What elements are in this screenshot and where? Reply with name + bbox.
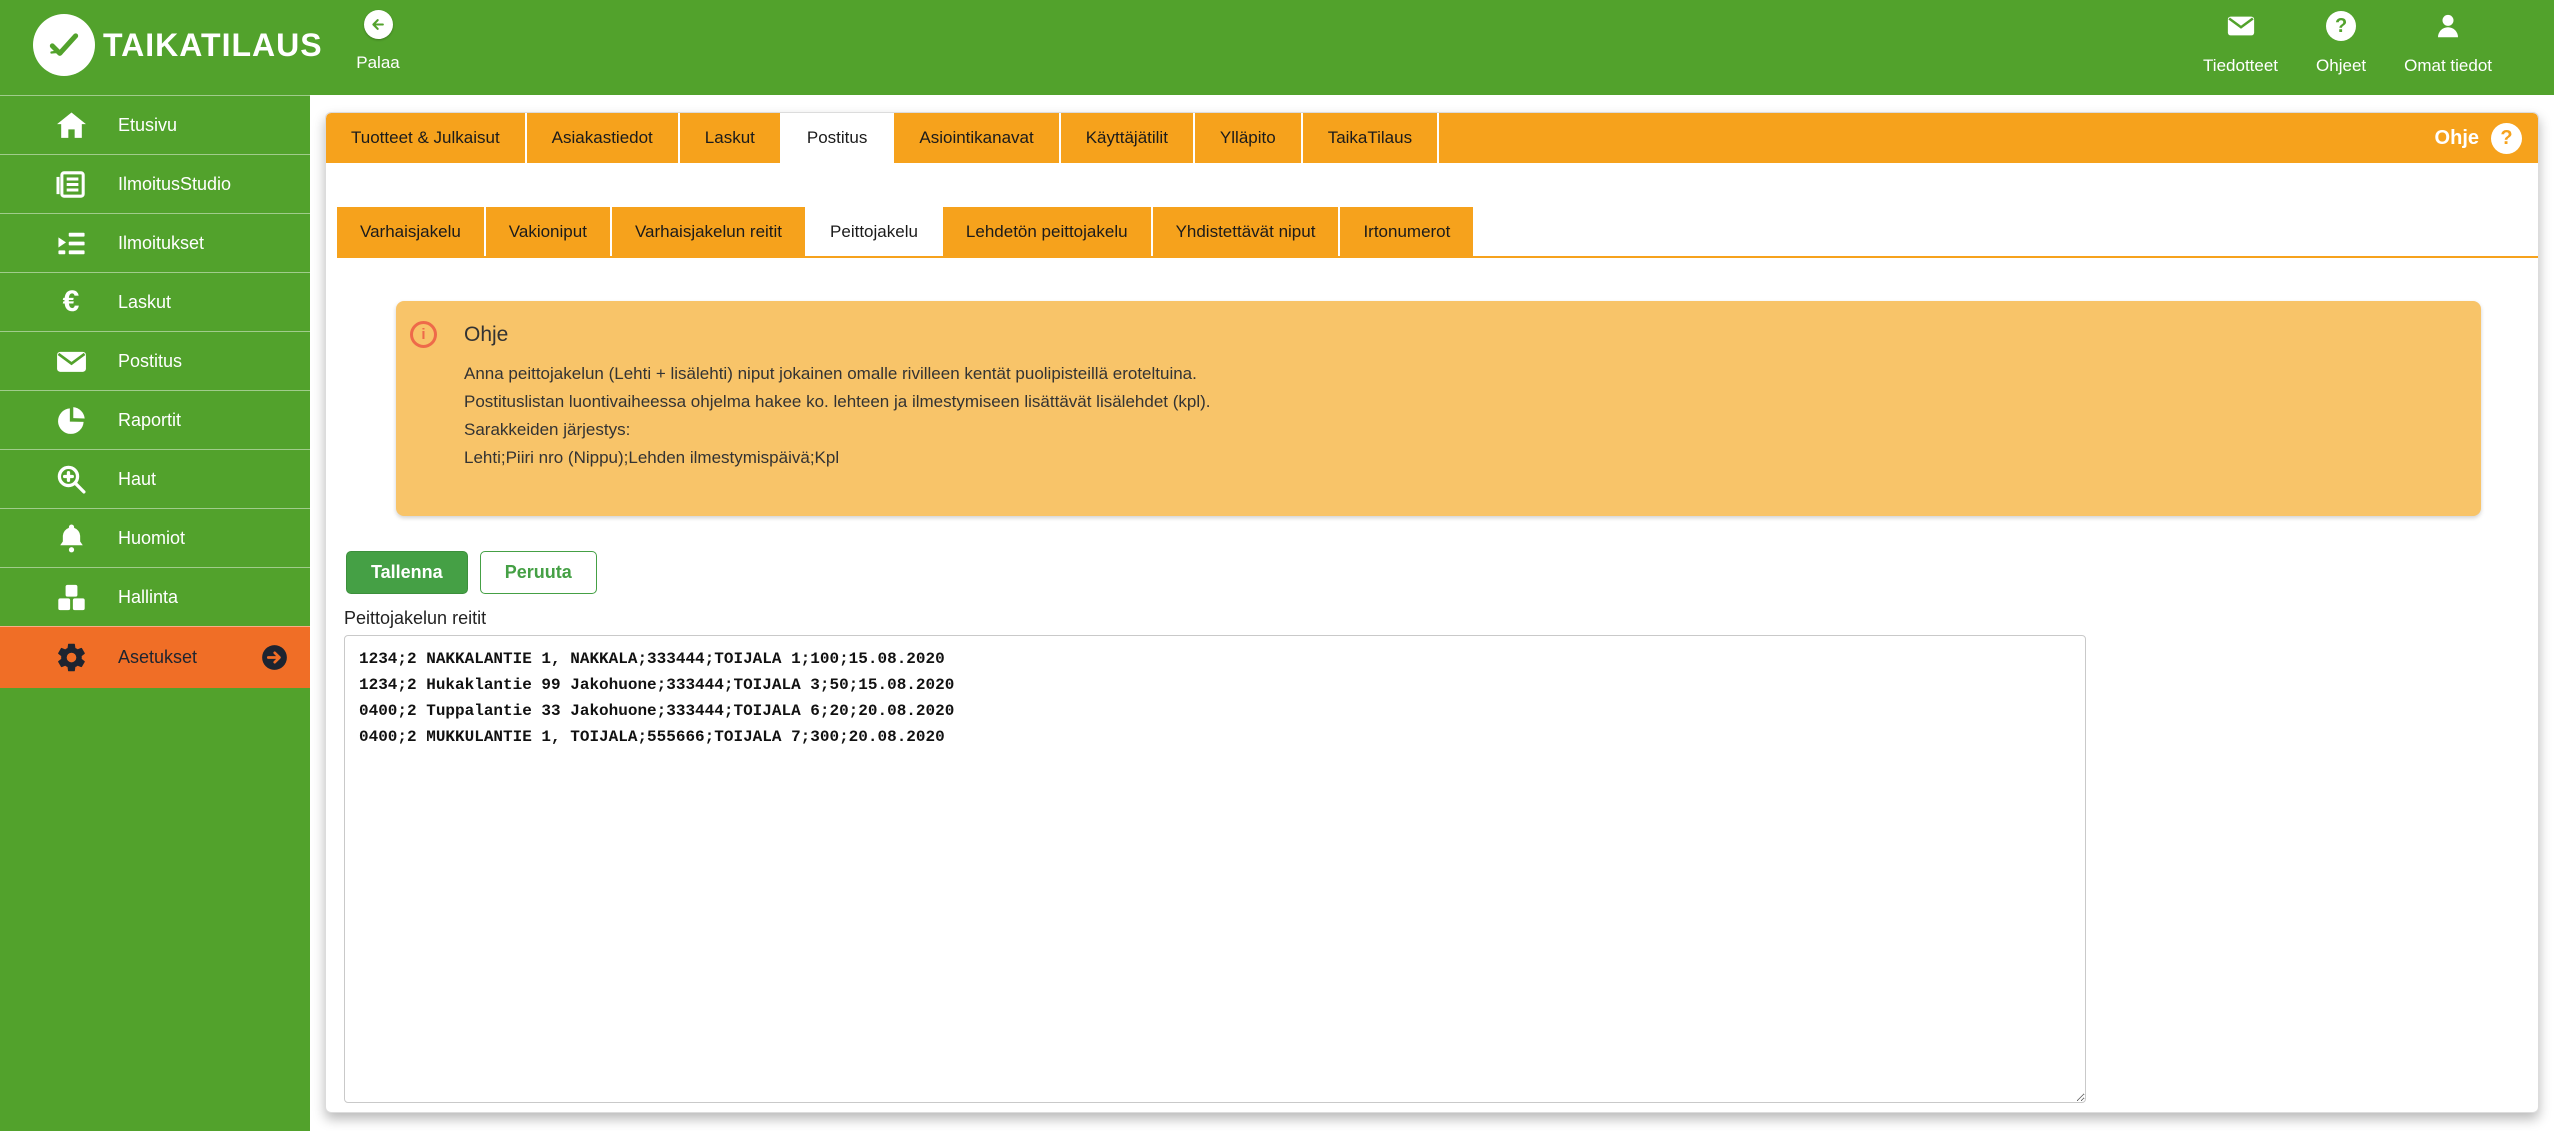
info-box-title: Ohje [464,323,508,347]
subtab-varhaisjakelu[interactable]: Varhaisjakelu [337,207,486,256]
subtab-peittojakelu[interactable]: Peittojakelu [807,207,943,256]
user-icon [2432,10,2464,42]
save-button[interactable]: Tallenna [346,551,468,594]
back-label: Palaa [356,53,399,73]
info-icon: i [410,321,437,348]
subtab-varhaisjakelun-reitit[interactable]: Varhaisjakelun reitit [612,207,807,256]
app-header: TAIKATILAUS Palaa Tiedotteet ? Ohjeet Om… [0,0,2554,95]
main-tab-bar: Tuotteet & Julkaisut Asiakastiedot Lasku… [326,113,2538,163]
arrow-right-circle-icon[interactable] [261,644,288,671]
info-line: Lehti;Piiri nro (Nippu);Lehden ilmestymi… [464,444,2457,472]
header-actions: Tiedotteet ? Ohjeet Omat tiedot [2203,10,2492,76]
tab-laskut[interactable]: Laskut [680,113,782,163]
tab-yllapito[interactable]: Ylläpito [1195,113,1303,163]
routes-field-label: Peittojakelun reitit [344,608,2538,629]
tab-bar-help: Ohje ? [2435,113,2538,163]
newspaper-icon [52,168,90,201]
home-icon [52,109,90,142]
gear-icon [52,641,90,674]
tab-asiakastiedot[interactable]: Asiakastiedot [527,113,680,163]
content-card: Tuotteet & Julkaisut Asiakastiedot Lasku… [325,112,2539,1113]
subtab-yhdistettavat-niput[interactable]: Yhdistettävät niput [1153,207,1341,256]
tab-kayttajatilit[interactable]: Käyttäjätilit [1061,113,1195,163]
sidebar-item-laskut[interactable]: € Laskut [0,272,310,331]
help-info-box: i Ohje Anna peittojakelun (Lehti + lisäl… [396,301,2481,516]
tab-asiointikanavat[interactable]: Asiointikanavat [894,113,1060,163]
help-label: Ohje [2435,127,2479,150]
sidebar-item-postitus[interactable]: Postitus [0,331,310,390]
euro-icon: € [52,287,90,317]
sidebar-item-etusivu[interactable]: Etusivu [0,95,310,154]
tab-taikatilaus[interactable]: TaikaTilaus [1303,113,1439,163]
sub-tab-bar: Varhaisjakelu Vakioniput Varhaisjakelun … [337,207,2538,258]
info-line: Sarakkeiden järjestys: [464,416,2457,444]
announcements-button[interactable]: Tiedotteet [2203,10,2278,76]
sidebar-nav: Etusivu IlmoitusStudio Ilmoitukset € Las… [0,95,310,1131]
help-button[interactable]: ? Ohjeet [2316,10,2366,76]
tab-postitus[interactable]: Postitus [782,113,894,163]
logo-check-icon [33,14,95,76]
sidebar-item-ilmoitusstudio[interactable]: IlmoitusStudio [0,154,310,213]
bell-icon [52,522,90,555]
help-label: Ohjeet [2316,56,2366,76]
list-icon [52,227,90,260]
app-logo[interactable]: TAIKATILAUS [33,14,323,76]
subtab-irtonumerot[interactable]: Irtonumerot [1340,207,1473,256]
envelope-icon [2225,10,2257,42]
info-line: Anna peittojakelun (Lehti + lisälehti) n… [464,360,2457,388]
question-icon[interactable]: ? [2491,123,2522,154]
sidebar-item-ilmoitukset[interactable]: Ilmoitukset [0,213,310,272]
tab-tuotteet-julkaisut[interactable]: Tuotteet & Julkaisut [326,113,527,163]
search-plus-icon [52,463,90,496]
info-line: Postituslistan luontivaiheessa ohjelma h… [464,388,2457,416]
pie-chart-icon [52,404,90,437]
profile-label: Omat tiedot [2404,56,2492,76]
sidebar-item-hallinta[interactable]: Hallinta [0,567,310,626]
back-button[interactable]: Palaa [342,10,414,73]
sidebar-item-asetukset[interactable]: Asetukset [0,626,310,688]
routes-textarea[interactable]: 1234;2 NAKKALANTIE 1, NAKKALA;333444;TOI… [344,635,2086,1103]
announcements-label: Tiedotteet [2203,56,2278,76]
profile-button[interactable]: Omat tiedot [2404,10,2492,76]
envelope-icon [52,345,90,378]
sidebar-item-raportit[interactable]: Raportit [0,390,310,449]
subtab-lehdeton-peittojakelu[interactable]: Lehdetön peittojakelu [943,207,1153,256]
subtab-vakioniput[interactable]: Vakioniput [486,207,612,256]
sidebar-item-huomiot[interactable]: Huomiot [0,508,310,567]
logo-text: TAIKATILAUS [103,27,323,64]
question-icon: ? [2326,10,2356,42]
action-buttons: Tallenna Peruuta [346,551,2538,594]
back-arrow-icon [364,10,393,39]
sidebar-item-haut[interactable]: Haut [0,449,310,508]
cubes-icon [52,581,90,614]
cancel-button[interactable]: Peruuta [480,551,597,594]
